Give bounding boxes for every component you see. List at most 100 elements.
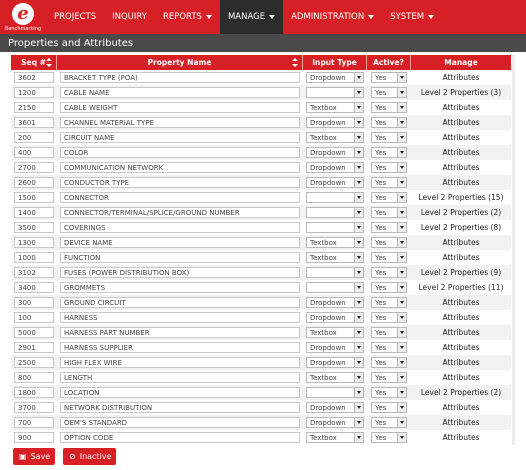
chevron-down-icon[interactable] [354,73,363,82]
input-type-select[interactable]: Dropdown [306,162,364,173]
seq-input[interactable]: 2901 [14,342,54,353]
chevron-down-icon[interactable] [397,373,406,382]
chevron-down-icon[interactable] [354,118,363,127]
sort-icon[interactable] [292,58,298,67]
input-type-select[interactable]: Dropdown [306,357,364,368]
nav-item-reports[interactable]: REPORTS [155,0,220,34]
chevron-down-icon[interactable] [354,148,363,157]
seq-input[interactable]: 3500 [14,222,54,233]
input-type-select[interactable]: Textbox [306,237,364,248]
chevron-down-icon[interactable] [397,433,406,442]
chevron-down-icon[interactable] [397,238,406,247]
input-type-select[interactable]: Textbox [306,432,364,443]
chevron-down-icon[interactable] [397,133,406,142]
input-type-select[interactable] [306,282,364,293]
seq-input[interactable]: 1200 [14,87,54,98]
chevron-down-icon[interactable] [354,433,363,442]
nav-item-manage[interactable]: MANAGE [219,0,284,34]
active-select[interactable]: Yes [371,162,407,173]
seq-input[interactable]: 900 [14,432,54,443]
seq-input[interactable]: 700 [14,417,54,428]
active-select[interactable]: Yes [371,432,407,443]
chevron-down-icon[interactable] [397,253,406,262]
property-name-input[interactable]: GROMMETS [60,282,300,293]
chevron-down-icon[interactable] [397,388,406,397]
manage-link[interactable]: Attributes [411,415,511,430]
chevron-down-icon[interactable] [397,313,406,322]
active-select[interactable]: Yes [371,357,407,368]
active-select[interactable]: Yes [371,267,407,278]
input-type-select[interactable]: Dropdown [306,402,364,413]
input-type-select[interactable]: Dropdown [306,117,364,128]
property-name-input[interactable]: OEM'S STANDARD [60,417,300,428]
seq-input[interactable]: 2700 [14,162,54,173]
property-name-input[interactable]: HARNESS [60,312,300,323]
seq-input[interactable]: 1000 [14,252,54,263]
manage-link[interactable]: Level 2 Properties (8) [411,220,511,235]
input-type-select[interactable] [306,87,364,98]
active-select[interactable]: Yes [371,102,407,113]
input-type-select[interactable]: Textbox [306,372,364,383]
sort-icon[interactable] [46,58,52,67]
chevron-down-icon[interactable] [354,373,363,382]
chevron-down-icon[interactable] [397,193,406,202]
input-type-select[interactable]: Dropdown [306,72,364,83]
seq-input[interactable]: 1300 [14,237,54,248]
scrollbar[interactable] [512,55,515,445]
active-select[interactable]: Yes [371,372,407,383]
benchmarking-logo[interactable]: e Benchmarking [0,0,46,34]
chevron-down-icon[interactable] [354,163,363,172]
manage-link[interactable]: Attributes [411,175,511,190]
property-name-input[interactable]: OPTION CODE [60,432,300,443]
input-type-select[interactable] [306,222,364,233]
property-name-input[interactable]: LOCATION [60,387,300,398]
chevron-down-icon[interactable] [354,103,363,112]
manage-link[interactable]: Attributes [411,430,511,445]
input-type-select[interactable]: Textbox [306,102,364,113]
chevron-down-icon[interactable] [397,88,406,97]
seq-input[interactable]: 800 [14,372,54,383]
chevron-down-icon[interactable] [397,118,406,127]
active-select[interactable]: Yes [371,192,407,203]
manage-link[interactable]: Level 2 Properties (2) [411,205,511,220]
input-type-select[interactable]: Dropdown [306,147,364,158]
property-name-input[interactable]: CHANNEL MATERIAL TYPE [60,117,300,128]
manage-link[interactable]: Level 2 Properties (15) [411,190,511,205]
seq-input[interactable]: 100 [14,312,54,323]
active-select[interactable]: Yes [371,207,407,218]
manage-link[interactable]: Attributes [411,160,511,175]
chevron-down-icon[interactable] [354,208,363,217]
seq-input[interactable]: 3601 [14,117,54,128]
active-select[interactable]: Yes [371,132,407,143]
active-select[interactable]: Yes [371,327,407,338]
seq-input[interactable]: 1800 [14,387,54,398]
chevron-down-icon[interactable] [354,418,363,427]
seq-input[interactable]: 3102 [14,267,54,278]
active-select[interactable]: Yes [371,297,407,308]
seq-input[interactable]: 400 [14,147,54,158]
property-name-input[interactable]: BRACKET TYPE (POA) [60,72,300,83]
chevron-down-icon[interactable] [397,403,406,412]
chevron-down-icon[interactable] [397,223,406,232]
property-name-input[interactable]: HIGH FLEX WIRE [60,357,300,368]
manage-link[interactable]: Attributes [411,340,511,355]
chevron-down-icon[interactable] [397,103,406,112]
manage-link[interactable]: Level 2 Properties (2) [411,385,511,400]
chevron-down-icon[interactable] [354,238,363,247]
seq-input[interactable]: 5000 [14,327,54,338]
seq-input[interactable]: 2500 [14,357,54,368]
column-header-seq[interactable]: Seq # [11,55,57,70]
chevron-down-icon[interactable] [354,193,363,202]
nav-item-projects[interactable]: PROJECTS [46,0,104,34]
chevron-down-icon[interactable] [397,178,406,187]
chevron-down-icon[interactable] [354,88,363,97]
manage-link[interactable]: Attributes [411,370,511,385]
property-name-input[interactable]: COMMUNICATION NETWORK [60,162,300,173]
property-name-input[interactable]: FUNCTION [60,252,300,263]
seq-input[interactable]: 1400 [14,207,54,218]
active-select[interactable]: Yes [371,282,407,293]
input-type-select[interactable] [306,192,364,203]
manage-link[interactable]: Attributes [411,115,511,130]
active-select[interactable]: Yes [371,87,407,98]
chevron-down-icon[interactable] [354,358,363,367]
